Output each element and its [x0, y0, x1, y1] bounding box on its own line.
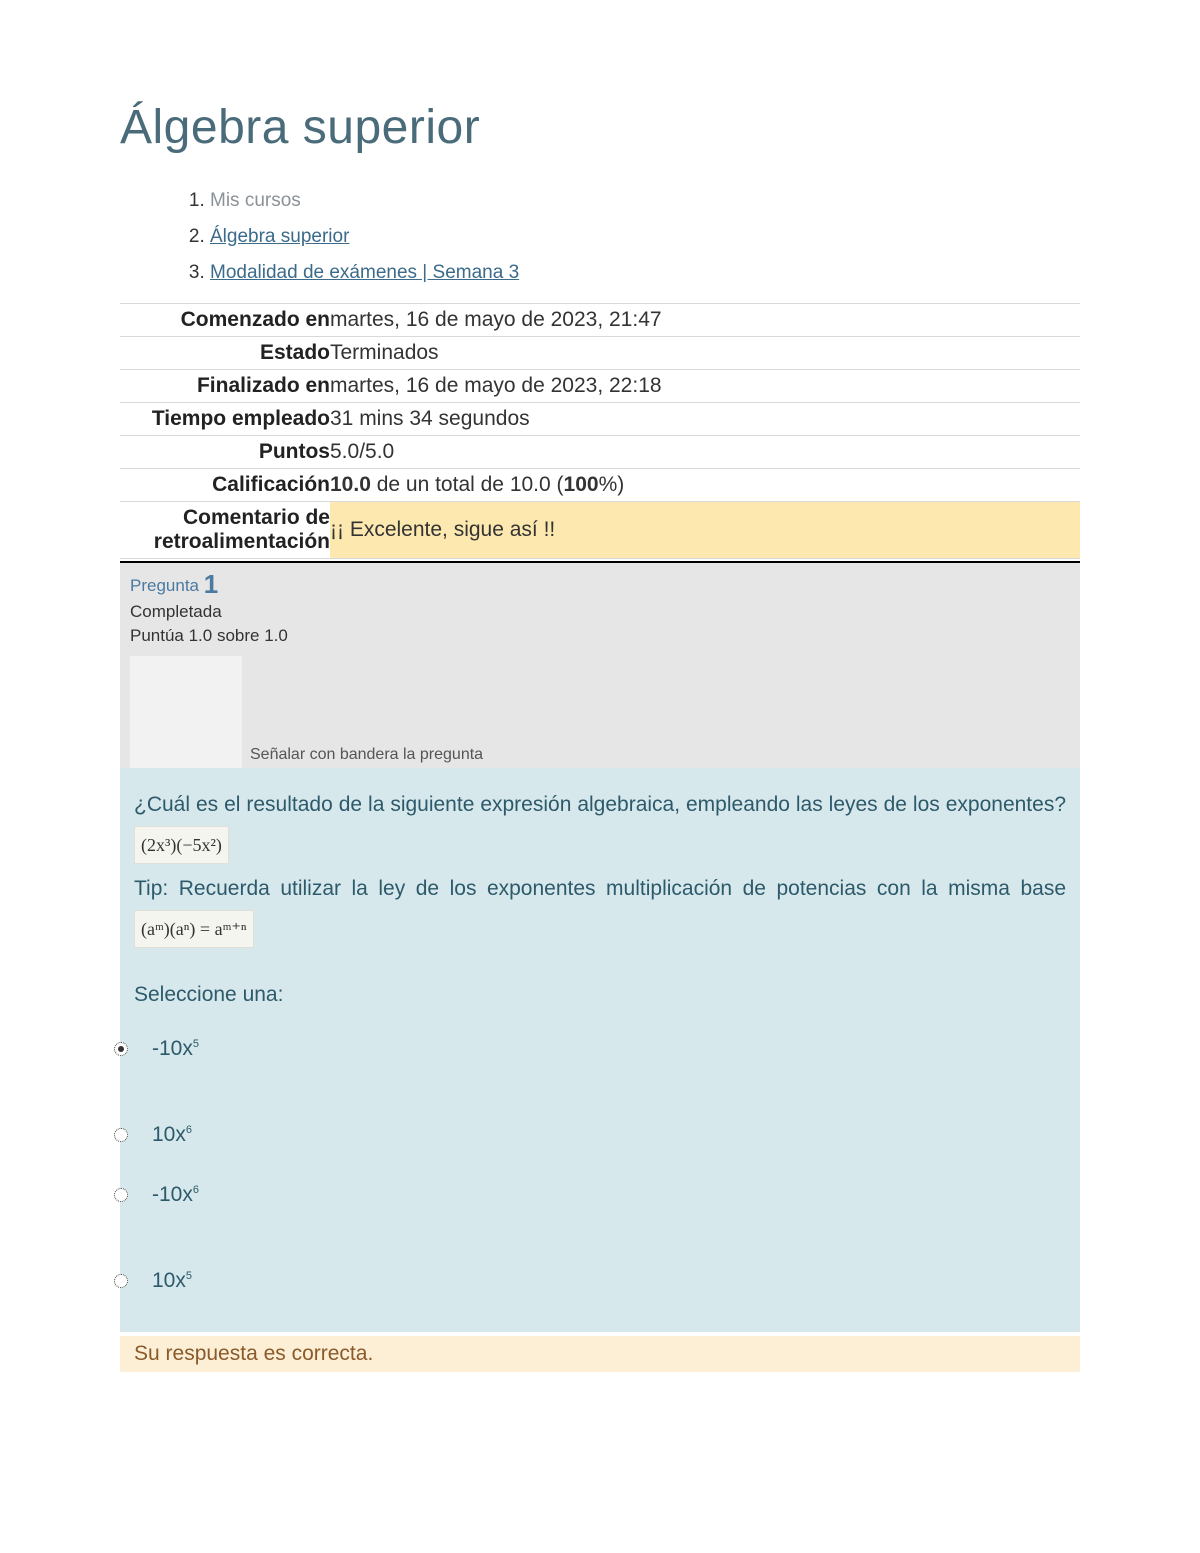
option-row[interactable]: 10x5 [114, 1254, 1066, 1308]
options-list: -10x5 10x6 -10x6 10x5 [114, 1022, 1066, 1308]
tip-prefix: Tip: [134, 877, 179, 900]
radio-icon[interactable] [114, 1042, 128, 1056]
question-status: Completada [130, 600, 1070, 624]
question-body: ¿Cuál es el resultado de la siguiente ex… [120, 768, 1080, 1332]
math-expression-1: (2x³)(−5x²) [134, 826, 229, 864]
grade-close: %) [599, 473, 625, 496]
breadcrumb-label: Mis cursos [210, 190, 301, 211]
state-value: Terminados [330, 337, 1080, 370]
breadcrumb-item: Álgebra superior [210, 219, 1080, 255]
flag-row: Señalar con bandera la pregunta [130, 656, 1070, 768]
option-text: 10x5 [142, 1254, 202, 1308]
grade-pct: 100 [564, 473, 599, 496]
radio-icon[interactable] [114, 1274, 128, 1288]
option-row[interactable]: -10x6 [114, 1168, 1066, 1222]
question-header: Pregunta 1 Completada Puntúa 1.0 sobre 1… [120, 561, 1080, 768]
breadcrumb: Mis cursos Álgebra superior Modalidad de… [120, 183, 1080, 291]
breadcrumb-link[interactable]: Álgebra superior [210, 226, 349, 247]
state-label: Estado [120, 337, 330, 370]
time-label: Tiempo empleado [120, 403, 330, 436]
summary-table: Comenzado en martes, 16 de mayo de 2023,… [120, 303, 1080, 559]
finished-label: Finalizado en [120, 370, 330, 403]
option-text: -10x6 [142, 1168, 209, 1222]
option-row[interactable]: 10x6 [114, 1108, 1066, 1162]
tip-body: Recuerda utilizar la ley de los exponent… [179, 877, 1066, 900]
question-text: ¿Cuál es el resultado de la siguiente ex… [134, 793, 1066, 816]
breadcrumb-link[interactable]: Modalidad de exámenes | Semana 3 [210, 262, 519, 283]
time-value: 31 mins 34 segundos [330, 403, 1080, 436]
started-value: martes, 16 de mayo de 2023, 21:47 [330, 304, 1080, 337]
question-score: Puntúa 1.0 sobre 1.0 [130, 624, 1070, 648]
question-label: Pregunta 1 [130, 569, 1070, 600]
breadcrumb-item: Mis cursos [210, 183, 1080, 219]
option-text: -10x5 [142, 1022, 209, 1076]
flag-text[interactable]: Señalar con bandera la pregunta [250, 746, 483, 768]
grade-rest: de un total de 10.0 ( [371, 473, 564, 496]
feedback-label: Comentario de retroalimentación [120, 502, 330, 559]
radio-icon[interactable] [114, 1188, 128, 1202]
select-label: Seleccione una: [134, 974, 1066, 1016]
math-expression-2: (aᵐ)(aⁿ) = aᵐ⁺ⁿ [134, 910, 254, 948]
radio-icon[interactable] [114, 1128, 128, 1142]
question-number: 1 [204, 569, 218, 599]
feedback-value: ¡¡ Excelente, sigue así !! [330, 502, 1080, 559]
correct-banner: Su respuesta es correcta. [120, 1336, 1080, 1372]
started-label: Comenzado en [120, 304, 330, 337]
points-value: 5.0/5.0 [330, 436, 1080, 469]
grade-value: 10.0 de un total de 10.0 (100%) [330, 469, 1080, 502]
question-label-prefix: Pregunta [130, 576, 204, 595]
finished-value: martes, 16 de mayo de 2023, 22:18 [330, 370, 1080, 403]
points-label: Puntos [120, 436, 330, 469]
page-title: Álgebra superior [120, 100, 1080, 155]
breadcrumb-item: Modalidad de exámenes | Semana 3 [210, 255, 1080, 291]
grade-label: Calificación [120, 469, 330, 502]
option-text: 10x6 [142, 1108, 202, 1162]
flag-icon[interactable] [130, 656, 242, 768]
grade-number: 10.0 [330, 473, 371, 496]
option-row[interactable]: -10x5 [114, 1022, 1066, 1076]
